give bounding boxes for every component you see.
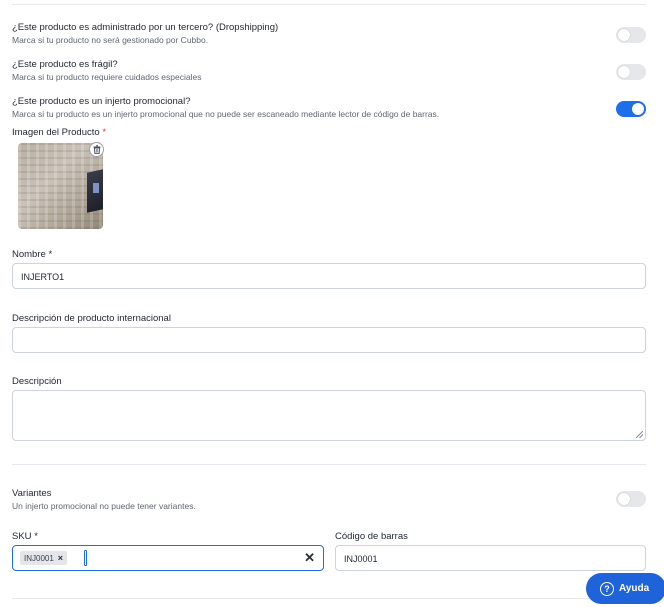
sku-chip-label: INJ0001 [24,553,54,563]
image-detail [93,183,99,193]
switch-knob [618,66,630,78]
variants-switch[interactable] [616,491,646,507]
clear-icon[interactable]: ✕ [304,550,315,566]
description-label: Descripción [12,376,62,387]
resize-handle-icon[interactable] [636,431,643,438]
fragile-description: Marca si tu producto requiere cuidados e… [12,72,202,82]
barcode-label: Código de barras [335,531,408,542]
fragile-title: ¿Este producto es frágil? [12,59,118,70]
required-mark: * [48,249,53,260]
dropshipping-title: ¿Este producto es administrado por un te… [12,22,279,33]
variants-title: Variantes [12,488,52,499]
name-input[interactable]: INJERTO1 [12,263,646,289]
top-divider [12,4,646,5]
dropshipping-switch[interactable] [616,27,646,43]
text-cursor[interactable] [84,550,87,566]
switch-knob [632,103,644,115]
trash-icon[interactable] [89,142,104,157]
switch-knob [618,493,630,505]
sku-multi-input[interactable]: INJ0001 × ✕ [12,545,324,571]
sku-label: SKU * [12,531,38,542]
promotional-insert-description: Marca si tu producto es un injerto promo… [12,109,440,119]
sku-label-text: SKU [12,531,32,542]
question-icon: ? [600,581,614,596]
required-mark: * [102,127,107,138]
international-description-input[interactable] [12,327,646,353]
product-image-thumbnail[interactable] [18,143,103,229]
promotional-insert-switch[interactable] [616,101,646,117]
promotional-insert-toggle-row: ¿Este producto es un injerto promocional… [12,96,646,126]
switch-knob [618,29,630,41]
name-label: Nombre * [12,249,52,260]
promotional-insert-title: ¿Este producto es un injerto promocional… [12,96,191,107]
fragile-switch[interactable] [616,64,646,80]
description-textarea[interactable] [12,390,646,441]
product-image-label: Imagen del Producto * [12,127,106,138]
name-label-text: Nombre [12,249,46,260]
section-divider [12,464,646,465]
barcode-input[interactable]: INJ0001 [335,545,646,571]
chip-remove-icon[interactable]: × [58,553,63,563]
fragile-toggle-row: ¿Este producto es frágil? Marca si tu pr… [12,59,646,89]
bottom-divider [12,598,646,599]
barcode-input-value: INJ0001 [344,554,378,564]
help-button[interactable]: ? Ayuda [586,573,664,604]
dropshipping-toggle-row: ¿Este producto es administrado por un te… [12,22,646,52]
help-button-label: Ayuda [619,583,650,594]
product-image-label-text: Imagen del Producto [12,127,100,138]
name-input-value: INJERTO1 [21,272,65,282]
sku-chip: INJ0001 × [20,551,68,565]
variants-description: Un injerto promocional no puede tener va… [12,501,196,511]
required-mark: * [34,531,38,542]
variants-toggle-row: Variantes Un injerto promocional no pued… [12,488,646,518]
dropshipping-description: Marca si tu producto no será gestionado … [12,35,209,45]
international-description-label: Descripción de producto internacional [12,313,171,324]
